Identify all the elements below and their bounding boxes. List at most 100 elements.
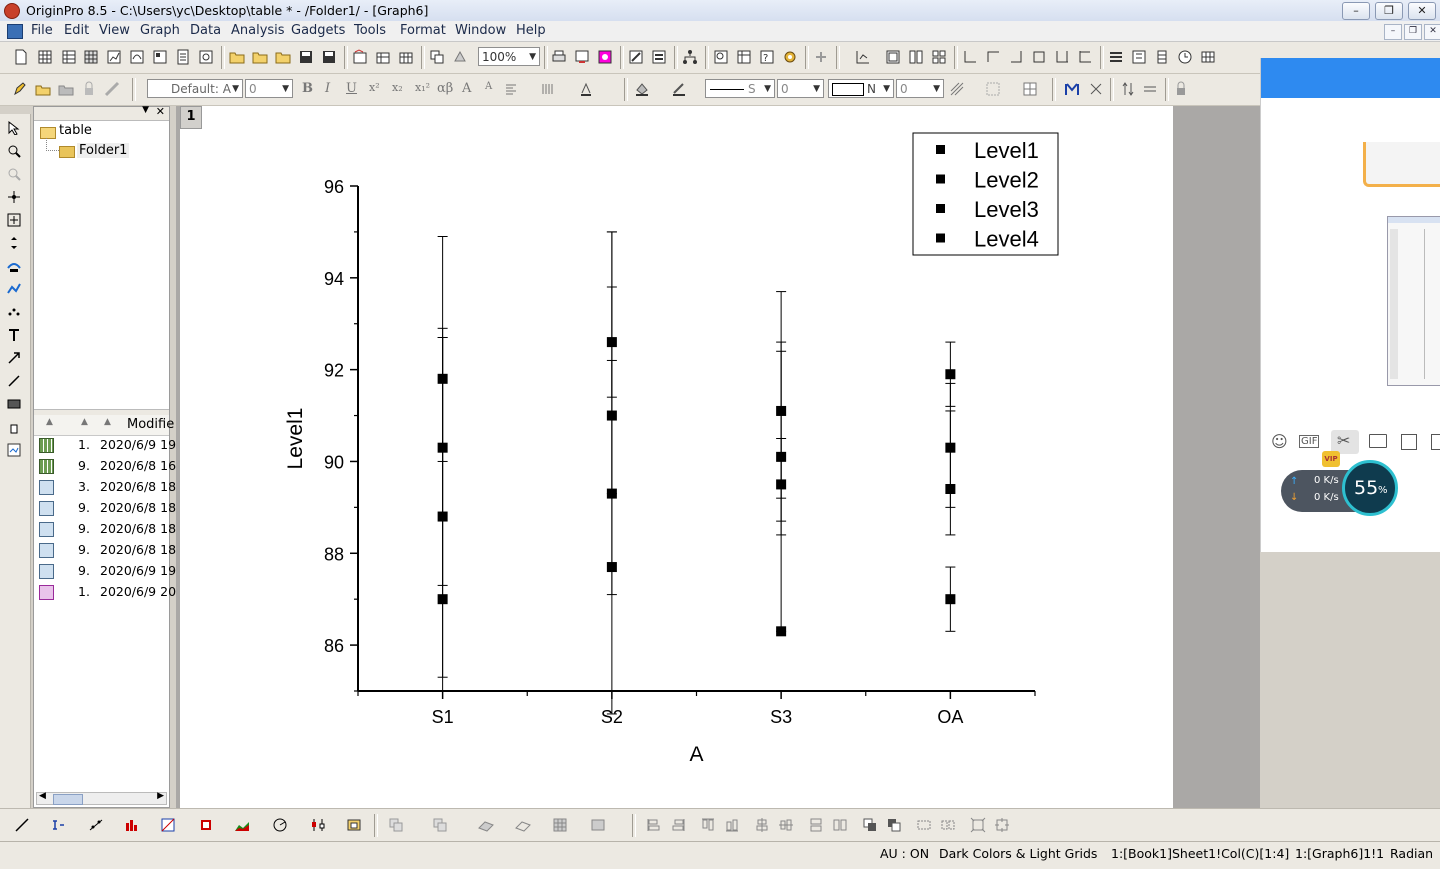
same-width-icon[interactable] bbox=[808, 817, 824, 833]
column-plot-icon[interactable] bbox=[124, 817, 140, 833]
image-plot-icon[interactable] bbox=[590, 817, 606, 833]
mdi-restore-button[interactable]: ❐ bbox=[1404, 24, 1422, 40]
tools-gray-icon[interactable] bbox=[104, 81, 120, 97]
regional-mask-icon[interactable] bbox=[7, 282, 21, 296]
increase-font-icon[interactable]: A bbox=[462, 81, 471, 96]
pencil-icon[interactable] bbox=[12, 81, 28, 97]
graph-page[interactable]: 86 88 90 92 94 96 S1 S2 S3 OA A Level1 Level1 Level2 L… bbox=[180, 106, 1173, 808]
line-symbol-plot-icon[interactable] bbox=[88, 817, 104, 833]
greek-icon[interactable]: αβ bbox=[437, 81, 453, 96]
clock-icon[interactable] bbox=[1177, 49, 1193, 65]
fill-pattern-combo[interactable]: N ▼ bbox=[828, 79, 894, 98]
thumbnail-2[interactable] bbox=[1387, 216, 1440, 386]
vertical-arrows-icon[interactable] bbox=[1120, 81, 1136, 97]
settings-gear-icon[interactable] bbox=[782, 49, 798, 65]
tree-root-table[interactable]: table bbox=[59, 123, 92, 138]
menu-file[interactable]: File bbox=[31, 23, 53, 38]
arrow-tool-icon[interactable] bbox=[7, 351, 21, 365]
merge-icon[interactable] bbox=[1064, 81, 1080, 97]
area-plot-icon[interactable] bbox=[234, 817, 250, 833]
open-excel-icon[interactable] bbox=[275, 49, 291, 65]
merge-graphs-icon[interactable] bbox=[388, 817, 404, 833]
bold-icon[interactable]: B bbox=[302, 81, 313, 96]
export-graph-icon[interactable] bbox=[597, 49, 613, 65]
3d-surface-icon[interactable] bbox=[478, 817, 494, 833]
more-icon[interactable] bbox=[1431, 434, 1440, 450]
emoji-icon[interactable]: ☺ bbox=[1271, 432, 1288, 451]
group-icon[interactable] bbox=[916, 817, 932, 833]
template-library-icon[interactable] bbox=[346, 817, 362, 833]
thumbnail-1[interactable] bbox=[1363, 142, 1440, 187]
polar-plot-icon[interactable] bbox=[272, 817, 288, 833]
horizontal-arrows-icon[interactable] bbox=[1142, 81, 1158, 97]
surface-plot-icon[interactable] bbox=[160, 817, 176, 833]
file-list-row[interactable]: 9. 2020/6/9 19 bbox=[34, 561, 176, 581]
line-width-combo[interactable]: 0 ▼ bbox=[777, 79, 824, 98]
status-theme[interactable]: Dark Colors & Light Grids bbox=[939, 846, 1097, 861]
hatch-pattern-icon[interactable] bbox=[949, 81, 965, 97]
heatmap-icon[interactable] bbox=[552, 817, 568, 833]
scatter-errorbar-chart[interactable]: 868890929496S1 S2 S3 OAALevel1Level1Level2L… bbox=[180, 106, 1173, 808]
menu-edit[interactable]: Edit bbox=[64, 23, 89, 38]
chevron-down-icon[interactable]: ▼ bbox=[142, 105, 149, 115]
menu-window[interactable]: Window bbox=[455, 23, 506, 38]
fill-color-icon[interactable] bbox=[634, 81, 650, 97]
import-multiple-icon[interactable] bbox=[375, 49, 391, 65]
font-combo[interactable]: Default: A ▼ bbox=[147, 79, 243, 98]
open-template-icon[interactable] bbox=[252, 49, 268, 65]
underline-icon[interactable]: U bbox=[346, 81, 357, 96]
graph-window-icon[interactable] bbox=[7, 24, 23, 39]
mask-points-icon[interactable] bbox=[7, 259, 21, 273]
file-list-row[interactable]: 3. 2020/6/8 18 bbox=[34, 477, 176, 497]
worksheet-view-icon[interactable] bbox=[736, 49, 752, 65]
lock-icon[interactable] bbox=[1173, 81, 1189, 97]
layer-4-icon[interactable] bbox=[931, 49, 947, 65]
fill-width-combo[interactable]: 0 ▼ bbox=[896, 79, 944, 98]
memory-usage-gauge[interactable]: 55 % bbox=[1342, 460, 1398, 516]
axis-top-icon[interactable] bbox=[985, 49, 1001, 65]
center-horizontal-icon[interactable] bbox=[778, 817, 794, 833]
copy-page-icon[interactable] bbox=[574, 49, 590, 65]
scatter-plot-icon[interactable] bbox=[50, 817, 66, 833]
project-explorer-icon[interactable] bbox=[682, 49, 698, 65]
open-pencil-icon[interactable] bbox=[35, 81, 51, 97]
fit-layer-icon[interactable] bbox=[994, 817, 1010, 833]
import-ascii-icon[interactable] bbox=[352, 49, 368, 65]
tree-folder1[interactable]: Folder1 bbox=[77, 143, 130, 158]
data-reader-icon[interactable] bbox=[713, 49, 729, 65]
scroll-left-icon[interactable]: ◀ bbox=[39, 791, 46, 801]
3d-wire-icon[interactable] bbox=[515, 817, 531, 833]
supersub-icon[interactable]: x₁² bbox=[415, 81, 430, 94]
new-project-icon[interactable] bbox=[13, 49, 29, 65]
close-button[interactable]: ✕ bbox=[1408, 2, 1436, 20]
line-style-combo[interactable]: S ▼ bbox=[705, 79, 775, 98]
axis-right-icon[interactable] bbox=[1008, 49, 1024, 65]
file-list-row[interactable]: 9. 2020/6/8 16 bbox=[34, 456, 176, 476]
column-modified[interactable]: Modifie bbox=[127, 417, 174, 432]
column-view-icon[interactable] bbox=[1154, 49, 1170, 65]
menu-gadgets[interactable]: Gadgets bbox=[291, 23, 345, 38]
new-graph-icon[interactable] bbox=[106, 49, 122, 65]
column-format-icon[interactable] bbox=[540, 81, 556, 97]
file-list-row[interactable]: 9. 2020/6/8 18 bbox=[34, 519, 176, 539]
gif-icon[interactable]: GIF bbox=[1299, 435, 1320, 448]
restore-button[interactable]: ❐ bbox=[1375, 2, 1403, 20]
ungroup-icon[interactable] bbox=[940, 817, 956, 833]
new-excel-sheet-icon[interactable] bbox=[198, 49, 214, 65]
center-vertical-icon[interactable] bbox=[754, 817, 770, 833]
fit-page-icon[interactable] bbox=[970, 817, 986, 833]
new-notes-icon[interactable] bbox=[175, 49, 191, 65]
zoom-in-icon[interactable] bbox=[7, 144, 21, 158]
italic-icon[interactable]: I bbox=[325, 81, 330, 96]
zoom-out-icon[interactable] bbox=[7, 167, 21, 181]
statistics-plot-icon[interactable] bbox=[198, 817, 214, 833]
file-list-row[interactable]: 9. 2020/6/8 18 bbox=[34, 540, 176, 560]
copy-icon[interactable] bbox=[1401, 434, 1417, 450]
file-list-row[interactable]: 9. 2020/6/8 18 bbox=[34, 498, 176, 518]
data-selector-icon[interactable] bbox=[7, 236, 21, 250]
import-wizard-icon[interactable] bbox=[398, 49, 414, 65]
new-function-icon[interactable] bbox=[129, 49, 145, 65]
add-column-icon[interactable] bbox=[813, 49, 829, 65]
layer-2-icon[interactable] bbox=[908, 49, 924, 65]
results-log-icon[interactable] bbox=[651, 49, 667, 65]
